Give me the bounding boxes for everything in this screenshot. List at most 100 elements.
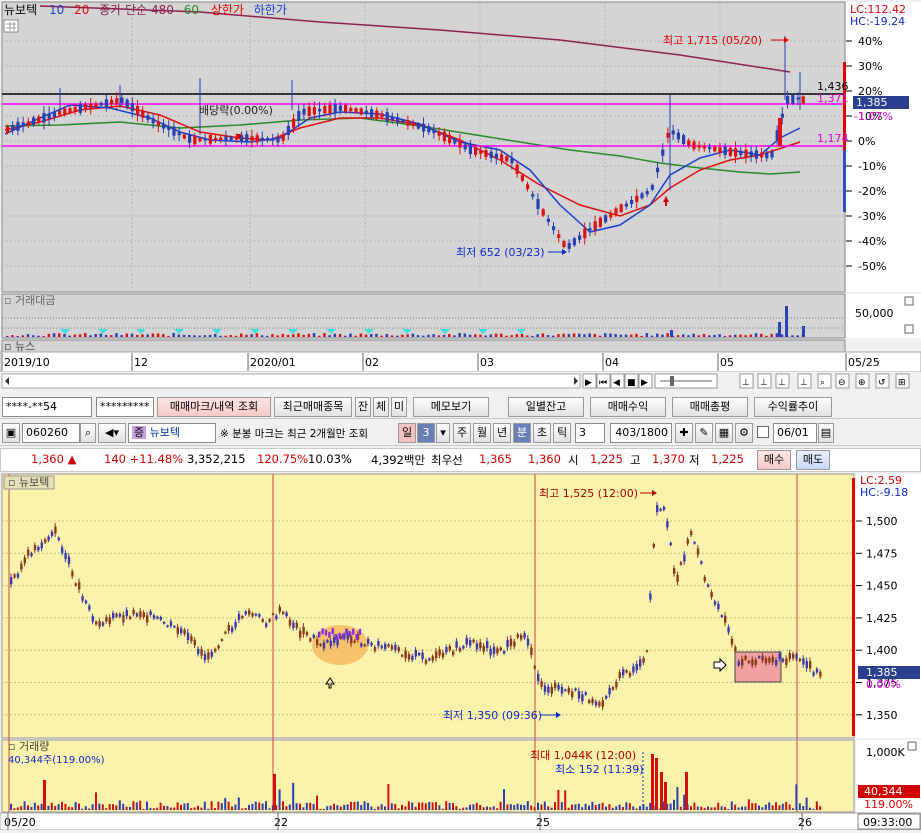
trade-profit-button[interactable]: 매매수익	[590, 397, 666, 417]
hc-label: HC:-19.24	[850, 15, 905, 28]
bar-count-field[interactable]: 403/1800	[610, 423, 672, 443]
period-second[interactable]: 초	[533, 423, 551, 443]
date-tick: 22	[274, 816, 288, 829]
date-tick: 05	[720, 356, 734, 369]
hc-label-bottom: HC:-9.18	[860, 486, 908, 499]
period-minute[interactable]: 분	[513, 423, 531, 443]
daily-chart[interactable]: 최고 1,715 (05/20) 최저 652 (03/23) 배당락(0.00…	[0, 0, 921, 393]
nav-glyph: ◀	[613, 378, 620, 388]
period-day[interactable]: 일	[398, 423, 416, 443]
best-ask: 1,365	[479, 452, 512, 466]
quote-bar: 1,360 ▲ 140 +11.48% 3,352,215 120.75% 10…	[0, 448, 921, 472]
pct-tick: -30%	[858, 210, 886, 223]
sell-button[interactable]: 매도	[796, 450, 830, 470]
memo-button[interactable]: 메모보기	[413, 397, 489, 417]
trade-volume: 3,352,215	[187, 452, 246, 466]
nav-glyph: ⊥	[778, 378, 786, 388]
stock-name-field[interactable]: 증 뉴보텍	[128, 423, 216, 443]
intraday-low-annotation: 최저 1,350 (09:36)	[443, 709, 542, 722]
stock-name: 뉴보텍	[149, 426, 180, 439]
trade-mark-button[interactable]: 매매마크/내역 조회	[157, 397, 271, 417]
price-tick: 1,500	[866, 515, 898, 528]
nav-glyph: ⊥	[800, 378, 808, 388]
legend-lower[interactable]: 하한가	[254, 3, 287, 17]
password-field[interactable]: *********	[96, 397, 154, 417]
nav-glyph: ▶	[585, 378, 592, 388]
dividend-annotation: 배당락(0.00%)	[199, 104, 273, 117]
table-icon[interactable]: ▦	[715, 423, 733, 443]
add-indicator-icon[interactable]: ✚	[675, 423, 693, 443]
calendar-icon[interactable]: ▤	[818, 423, 834, 443]
mark-pct: -1.07%	[854, 110, 893, 123]
legend-ma60[interactable]: 60	[184, 3, 199, 17]
price-tick: 1,350	[866, 709, 898, 722]
chart-nav-toolbar[interactable]: ▶⏮◀■▶⊢⊥⊥⊥⊥⌕⊖⊕↺⊞	[582, 373, 910, 389]
mark-1385: 1,385	[856, 96, 888, 109]
volume-axis-label: 50,000	[855, 307, 894, 320]
legend-ma10[interactable]: 10	[49, 3, 64, 17]
volume-max-annotation: 최대 1,044K (12:00)	[530, 749, 636, 762]
date-tick: 25	[536, 816, 550, 829]
intraday-high-annotation: 최고 1,525 (12:00)	[539, 487, 638, 500]
interval-select[interactable]: 3	[575, 423, 605, 443]
zoom-slider-thumb[interactable]	[670, 376, 674, 386]
volume-mark-pct: 119.00%	[864, 798, 913, 811]
period-month[interactable]: 월	[473, 423, 491, 443]
minute-chart-title: ▫ 뉴보텍	[8, 476, 49, 489]
pct-tick: -40%	[858, 235, 886, 248]
current-time: 09:33:00	[863, 816, 912, 829]
legend-name: 뉴보텍	[4, 3, 37, 17]
trade-summary-button[interactable]: 매매총평	[672, 397, 748, 417]
date-tick: 05/25	[848, 356, 880, 369]
minute-chart[interactable]: 최고 1,525 (12:00) 최저 1,350 (09:36) 최대 1,0…	[0, 472, 921, 831]
draw-icon[interactable]: ✎	[695, 423, 713, 443]
period-day-count[interactable]: 3	[417, 423, 435, 443]
dropdown-icon[interactable]: ▾	[436, 423, 450, 443]
period-year[interactable]: 년	[493, 423, 511, 443]
volume-ratio: 120.75%	[257, 452, 309, 466]
price-tick: 1,400	[866, 644, 898, 657]
mark-pct-bottom: 0.00%	[866, 678, 901, 691]
date-checkbox[interactable]	[757, 426, 769, 438]
date-tick: 26	[798, 816, 812, 829]
nav-glyph: ⊞	[898, 378, 906, 388]
period-week[interactable]: 주	[453, 423, 471, 443]
nav-glyph: ⊕	[858, 378, 866, 388]
date-tick: 04	[605, 356, 619, 369]
pct-tick: 0%	[858, 135, 875, 148]
legend-ma480[interactable]: 종가 단순 480	[99, 3, 174, 17]
date-tick: 03	[480, 356, 494, 369]
buy-button[interactable]: 매수	[757, 450, 791, 470]
gear-icon[interactable]: ⚙	[735, 423, 753, 443]
news-panel-title: ▫ 뉴스	[4, 340, 35, 353]
period-tick[interactable]: 틱	[553, 423, 571, 443]
sound-icon[interactable]: ◀▾	[98, 423, 126, 443]
account-select[interactable]: ****-**54	[2, 397, 92, 417]
daily-balance-button[interactable]: 일별잔고	[508, 397, 584, 417]
date-input[interactable]: 06/01	[773, 423, 817, 443]
profit-trend-button[interactable]: 수익률추이	[754, 397, 832, 417]
volume-value: 40,344주(119.00%)	[8, 755, 105, 766]
nav-glyph: ↺	[878, 378, 886, 388]
unfilled-button[interactable]: 미	[391, 397, 407, 417]
nav-glyph: ⊖	[838, 378, 846, 388]
pct-tick: 40%	[858, 35, 882, 48]
balance-button[interactable]: 잔	[355, 397, 371, 417]
legend-ma20[interactable]: 20	[74, 3, 89, 17]
volume-panel-title: ▫ 거래대금	[4, 294, 55, 307]
date-tick: 02	[365, 356, 379, 369]
recent-stocks-button[interactable]: 최근매매종목	[274, 397, 352, 417]
volume-min-annotation: 최소 152 (11:39)	[555, 763, 644, 776]
low-label: 저	[689, 453, 700, 467]
volume-axis: 1,000K	[866, 746, 905, 759]
stock-code-input[interactable]: 060260	[22, 423, 80, 443]
search-icon[interactable]: ⌕	[80, 423, 96, 443]
nav-glyph: ■	[627, 378, 636, 388]
date-tick: 2019/10	[4, 356, 50, 369]
market-badge: 증	[132, 426, 147, 439]
legend-upper[interactable]: 상한가	[211, 3, 244, 17]
best-quote-label: 최우선	[431, 453, 463, 467]
chart-scrollbar[interactable]	[1, 373, 581, 389]
filled-button[interactable]: 체	[373, 397, 389, 417]
chart-menu-icon[interactable]: ▣	[2, 423, 20, 443]
